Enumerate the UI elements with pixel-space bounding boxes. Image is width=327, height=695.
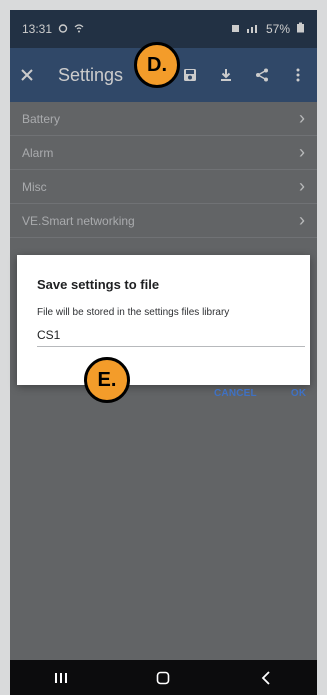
file-name-field[interactable] <box>37 326 305 347</box>
navigation-bar <box>10 660 317 695</box>
cancel-button[interactable]: CANCEL <box>214 388 257 399</box>
save-settings-dialog: Save settings to file File will be store… <box>17 255 310 385</box>
dialog-message: File will be stored in the settings file… <box>37 307 230 318</box>
home-icon[interactable] <box>143 665 183 690</box>
back-icon[interactable] <box>246 665 286 690</box>
recent-apps-icon[interactable] <box>41 665 81 690</box>
ok-button[interactable]: OK <box>291 388 306 399</box>
dialog-title: Save settings to file <box>37 277 160 292</box>
annotation-marker-d: D. <box>134 42 180 88</box>
file-name-input[interactable] <box>37 326 305 344</box>
annotation-marker-e: E. <box>84 357 130 403</box>
